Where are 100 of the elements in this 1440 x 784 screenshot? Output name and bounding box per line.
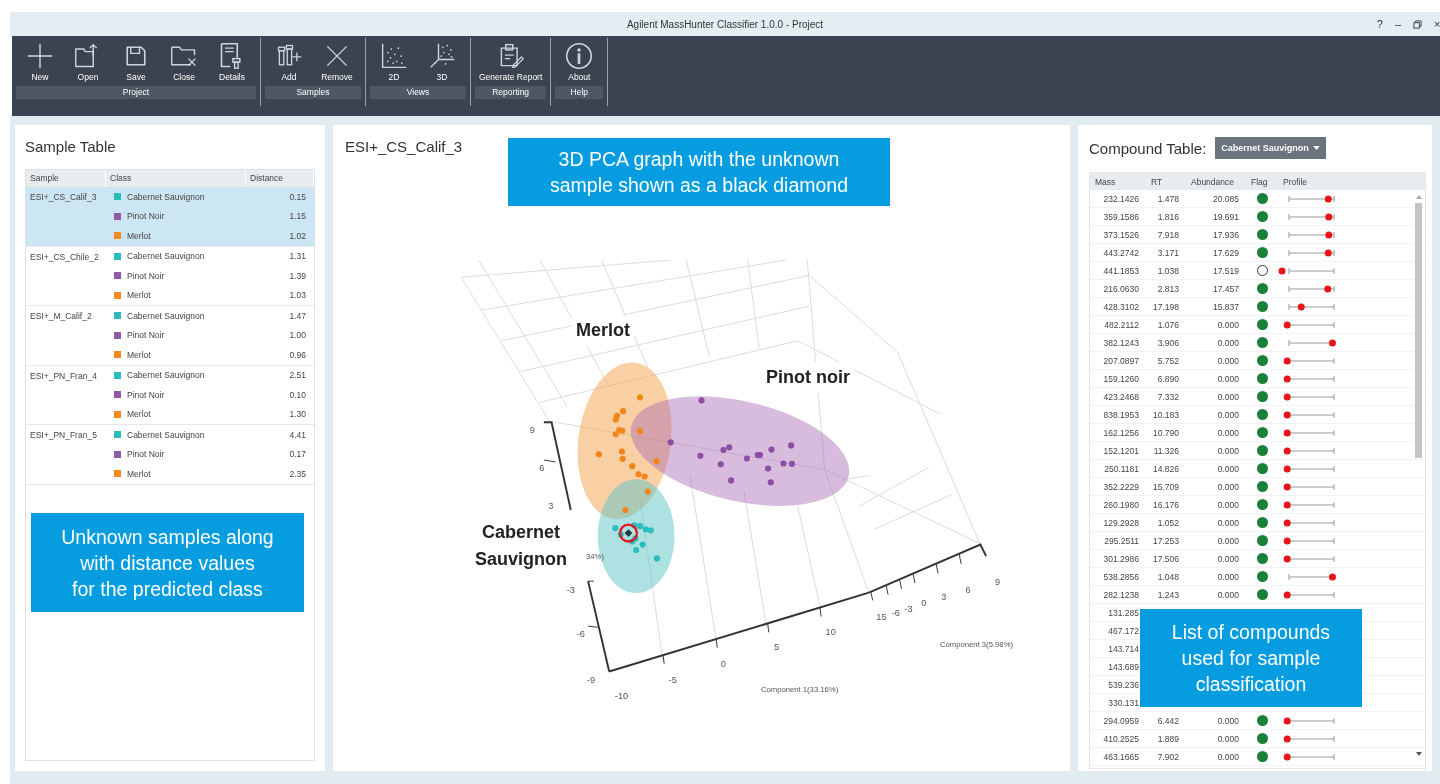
abundance-cell-text: 17.629 bbox=[1212, 247, 1240, 258]
data-point bbox=[768, 446, 775, 453]
distance-value: 0.96 bbox=[288, 349, 307, 360]
toolbar-button[interactable]: New bbox=[16, 38, 64, 83]
class-name: Cabernet Sauvignon bbox=[127, 370, 205, 381]
panel-title: ESI+_CS_Calif_3 bbox=[345, 138, 463, 155]
group-label: Project bbox=[16, 86, 256, 99]
rt-cell-text: 11.326 bbox=[1152, 445, 1180, 456]
range-line bbox=[1288, 249, 1335, 256]
abundance-cell-text: 0.000 bbox=[1216, 355, 1240, 366]
axis-title: Component 1(33.16%) bbox=[760, 684, 839, 694]
mass-cell-text: 207.0897 bbox=[1102, 355, 1140, 366]
abundance-cell-text: 17.936 bbox=[1212, 229, 1240, 240]
toolbar-button[interactable]: About bbox=[555, 38, 604, 83]
distance-value: 1.39 bbox=[288, 270, 307, 281]
sample-name: ESI+_PN_Fran_4 bbox=[30, 370, 97, 381]
range-line bbox=[1288, 357, 1335, 364]
scatter-3d-icon bbox=[428, 42, 456, 70]
toolbar-button[interactable]: Add bbox=[265, 38, 313, 83]
data-point bbox=[636, 394, 644, 401]
class-name: Merlot bbox=[127, 290, 151, 301]
class-dropdown[interactable]: Cabernet Sauvignon bbox=[1215, 137, 1326, 159]
toolbar-button[interactable]: Remove bbox=[313, 38, 361, 83]
close-button[interactable]: × bbox=[1434, 18, 1440, 30]
mass-cell-text: 152.1201 bbox=[1102, 445, 1140, 456]
toolbar-button[interactable]: Details bbox=[208, 38, 256, 83]
axis-tick-label: -3 bbox=[904, 603, 913, 614]
abundance-cell-text: 17.519 bbox=[1212, 265, 1240, 276]
sample-name: ESI+_PN_Fran_5 bbox=[30, 430, 97, 440]
abundance-cell-text: 0.000 bbox=[1216, 463, 1240, 474]
minimize-button[interactable]: – bbox=[1394, 18, 1401, 30]
rt-cell-text: 5.752 bbox=[1156, 355, 1180, 366]
data-point bbox=[765, 465, 772, 472]
mass-cell-text: 131.285 bbox=[1107, 607, 1140, 618]
mass-cell-text: 330.131 bbox=[1107, 697, 1140, 708]
rt-cell-text: 17.198 bbox=[1152, 301, 1180, 312]
toolbar-button[interactable]: Generate Report bbox=[475, 38, 547, 83]
help-button[interactable]: ? bbox=[1376, 18, 1383, 30]
rt-cell-text: 3.171 bbox=[1156, 247, 1180, 258]
distance-value: 1.00 bbox=[288, 330, 307, 341]
toolbar-button[interactable]: 2D bbox=[370, 38, 418, 83]
abundance-cell-text: 0.000 bbox=[1216, 391, 1240, 402]
axis-tick-label: -5 bbox=[668, 675, 677, 686]
sample-row[interactable]: ESI+_CS_Chile_2 Cabernet Sauvignon 1.31 Pinot Noir 1.39 Merlot 1.03 bbox=[26, 246, 314, 306]
rt-cell-text: 7.902 bbox=[1156, 751, 1180, 762]
distance-value: 1.02 bbox=[288, 230, 307, 241]
mass-cell-text: 162.1256 bbox=[1102, 427, 1140, 438]
scrollbar[interactable] bbox=[1415, 203, 1422, 458]
rt-cell-text: 1.889 bbox=[1156, 733, 1180, 744]
toolbar-button[interactable]: Save bbox=[112, 38, 160, 83]
mass-cell-text: 467.172 bbox=[1107, 625, 1140, 636]
axis-tick-label: 9 bbox=[995, 577, 1001, 587]
annotation-callout: 3D PCA graph with the unknown sample shown as a black diamond bbox=[508, 138, 890, 206]
sample-name: ESI+_M_Calif_2 bbox=[30, 311, 92, 321]
abundance-cell-text: 0.000 bbox=[1216, 337, 1240, 348]
distance-value: 1.31 bbox=[288, 251, 307, 262]
rt-cell-text: 17.253 bbox=[1152, 535, 1180, 546]
sample-row[interactable]: ESI+_M_Calif_2 Cabernet Sauvignon 1.47 Pinot Noir 1.00 Merlot 0.96 bbox=[26, 306, 314, 366]
toolbar-button[interactable]: Close bbox=[160, 38, 208, 83]
axis-title: 34%) bbox=[586, 551, 604, 561]
rt-cell-text: 3.906 bbox=[1156, 337, 1180, 348]
abundance-cell-text: 0.000 bbox=[1216, 427, 1240, 438]
mass-cell-text: 410.2525 bbox=[1102, 733, 1140, 744]
mass-cell-text: 423.2468 bbox=[1102, 391, 1140, 402]
abundance-cell-text: 0.000 bbox=[1216, 319, 1240, 330]
axis-tick-label: 3 bbox=[941, 592, 947, 603]
abundance-cell-text: 0.000 bbox=[1216, 715, 1240, 726]
sample-row[interactable]: ESI+_PN_Fran_4 Cabernet Sauvignon 2.51 Pinot Noir 0.10 Merlot 1.30 bbox=[26, 365, 314, 425]
range-line bbox=[1288, 267, 1335, 274]
rt-cell-text: 17.506 bbox=[1152, 553, 1180, 564]
group-label: Views bbox=[370, 86, 466, 99]
axis-tick-label: 9 bbox=[529, 425, 535, 436]
column-header: Mass bbox=[1094, 176, 1117, 187]
range-line bbox=[1288, 447, 1335, 454]
data-point bbox=[697, 452, 704, 459]
abundance-cell-text: 0.000 bbox=[1216, 517, 1240, 528]
distance-value: 1.30 bbox=[288, 409, 307, 420]
rt-cell-text: 2.813 bbox=[1156, 283, 1180, 294]
mass-cell-text: 282.1238 bbox=[1102, 589, 1140, 600]
mass-cell-text: 443.2742 bbox=[1102, 247, 1140, 258]
data-point bbox=[653, 555, 660, 562]
selected-sample-row[interactable]: ESI+_CS_Calif_3 Cabernet Sauvignon 0.15 Pinot Noir 1.15 Merlot 1.02 bbox=[26, 187, 314, 247]
abundance-cell-text: 0.000 bbox=[1216, 571, 1240, 582]
column-header: Abundance bbox=[1190, 176, 1235, 187]
rt-cell-text: 1.052 bbox=[1156, 517, 1180, 528]
range-line bbox=[1288, 537, 1335, 544]
abundance-cell-text: 0.000 bbox=[1216, 751, 1240, 762]
restore-icon bbox=[1413, 19, 1422, 29]
rt-cell-text: 1.076 bbox=[1156, 319, 1180, 330]
range-line bbox=[1288, 195, 1335, 202]
distance-value: 2.35 bbox=[288, 468, 307, 479]
toolbar-button[interactable]: Open bbox=[64, 38, 112, 83]
range-line bbox=[1288, 555, 1335, 562]
mass-cell-text: 295.2511 bbox=[1103, 535, 1140, 546]
toolbar-button[interactable]: 3D bbox=[418, 38, 466, 83]
group-label: Reporting bbox=[475, 86, 547, 99]
mass-cell-text: 373.1526 bbox=[1102, 229, 1140, 240]
sample-row[interactable]: ESI+_PN_Fran_5 Cabernet Sauvignon 4.41 Pinot Noir 0.17 Merlot 2.35 bbox=[26, 425, 314, 485]
class-name: Pinot Noir bbox=[127, 449, 165, 460]
rt-cell-text: 7.918 bbox=[1156, 229, 1180, 240]
